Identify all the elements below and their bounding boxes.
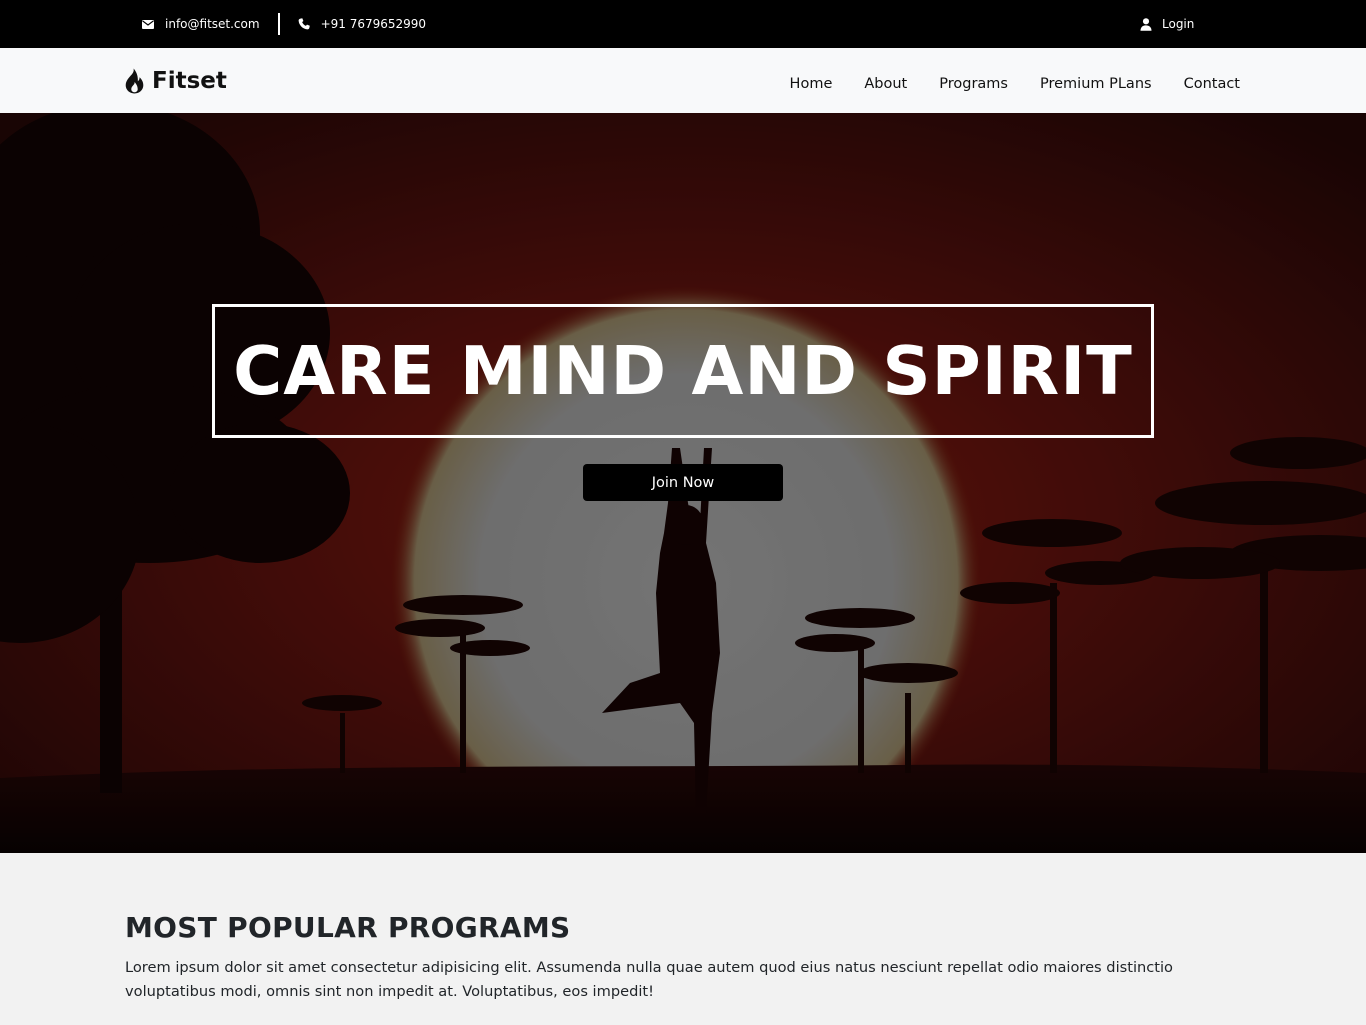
login-link[interactable]: Login [1140,0,1194,48]
brand-logo[interactable]: Fitset [125,48,227,113]
primary-nav: Home About Programs Premium PLans Contac… [758,48,1240,113]
contact-divider [277,13,280,35]
hero-banner: CARE MIND AND SPIRIT Join Now [0,113,1366,853]
user-icon [1140,17,1152,31]
contact-info: info@fitset.com +91 7679652990 [142,0,426,48]
nav-home[interactable]: Home [790,76,833,92]
phone-text: +91 7679652990 [320,17,427,31]
brand-name: Fitset [152,67,227,94]
nav-contact[interactable]: Contact [1184,76,1240,92]
popular-programs-section: MOST POPULAR PROGRAMS Lorem ipsum dolor … [0,853,1366,1004]
nav-about[interactable]: About [864,76,907,92]
envelope-icon [142,19,154,29]
login-label: Login [1162,17,1195,31]
main-navbar: Fitset Home About Programs Premium PLans… [0,48,1366,113]
phone-contact[interactable]: +91 7679652990 [298,17,427,31]
nav-programs[interactable]: Programs [939,76,1008,92]
nav-premium-plans[interactable]: Premium PLans [1040,76,1152,92]
hero-headline-frame: CARE MIND AND SPIRIT [212,304,1154,438]
top-contact-bar: info@fitset.com +91 7679652990 Login [0,0,1366,48]
join-now-button[interactable]: Join Now [583,464,783,501]
phone-icon [298,18,310,30]
email-text: info@fitset.com [165,17,260,31]
section-title: MOST POPULAR PROGRAMS [125,911,571,944]
hero-headline: CARE MIND AND SPIRIT [233,332,1133,410]
flame-icon [125,68,144,93]
email-contact[interactable]: info@fitset.com [142,17,260,31]
section-description: Lorem ipsum dolor sit amet consectetur a… [125,959,1173,1000]
